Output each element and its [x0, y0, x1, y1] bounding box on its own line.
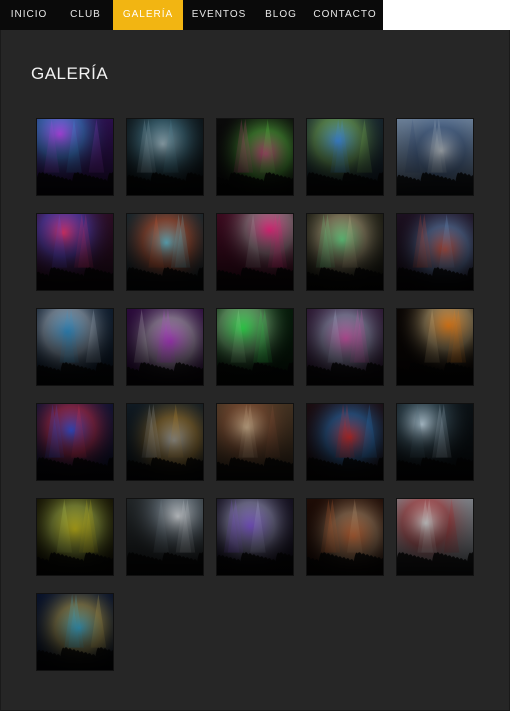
- gallery-photo-red-stage-blue-chevron[interactable]: [306, 403, 384, 481]
- photo-image: [217, 214, 293, 290]
- photo-image: [397, 119, 473, 195]
- photo-image: [307, 404, 383, 480]
- gallery-photo-blue-red-crowd[interactable]: [36, 403, 114, 481]
- gallery-photo-purple-light-beams[interactable]: [126, 308, 204, 386]
- gallery-photo-white-light-bars[interactable]: [396, 403, 474, 481]
- photo-image: [217, 119, 293, 195]
- photo-image: [127, 214, 203, 290]
- gallery-photo-blue-club-booth[interactable]: [36, 308, 114, 386]
- gallery-photo-orange-crowd-dj[interactable]: [306, 498, 384, 576]
- gallery-photo-dj-hands-mixer[interactable]: [216, 213, 294, 291]
- gallery-photo-dj-arms-raised[interactable]: [306, 118, 384, 196]
- photo-image: [217, 404, 293, 480]
- photo-image: [37, 214, 113, 290]
- nav-item-club[interactable]: CLUB: [58, 0, 113, 30]
- nav-item-galeria[interactable]: GALERÍA: [113, 0, 183, 30]
- nav-item-contacto[interactable]: CONTACTO: [307, 0, 383, 30]
- nav-item-inicio[interactable]: INICIO: [0, 0, 58, 30]
- photo-image: [37, 594, 113, 670]
- photo-image: [127, 404, 203, 480]
- gallery-photo-pink-dj-stage[interactable]: [306, 308, 384, 386]
- photo-image: [307, 119, 383, 195]
- photo-image: [127, 309, 203, 385]
- gallery-photo-yellow-beams-crowd[interactable]: [36, 498, 114, 576]
- photo-image: [397, 214, 473, 290]
- main-nav: INICIO CLUB GALERÍA EVENTOS BLOG CONTACTO: [0, 0, 383, 30]
- gallery-photo-purple-arena-crowd[interactable]: [216, 498, 294, 576]
- photo-image: [37, 404, 113, 480]
- gallery-photo-arena-crowd-night[interactable]: [126, 403, 204, 481]
- photo-image: [307, 214, 383, 290]
- gallery-photo-laser-crowd-cyan[interactable]: [126, 213, 204, 291]
- photo-image: [397, 499, 473, 575]
- nav-item-eventos[interactable]: EVENTOS: [183, 0, 255, 30]
- gallery-photo-crowd-closeup[interactable]: [216, 403, 294, 481]
- photo-image: [217, 309, 293, 385]
- gallery-photo-dj-controller[interactable]: [126, 498, 204, 576]
- gallery-photo-dj-tent-crowd[interactable]: [396, 118, 474, 196]
- nav-item-blog[interactable]: BLOG: [255, 0, 307, 30]
- gallery-photo-mouse-head-red[interactable]: [36, 213, 114, 291]
- photo-image: [37, 309, 113, 385]
- gallery-photo-club-bar-interior[interactable]: [306, 213, 384, 291]
- gallery-photo-pyramid-light-stage[interactable]: [126, 118, 204, 196]
- gallery-photo-white-haze-crowd[interactable]: [396, 498, 474, 576]
- photo-image: [307, 499, 383, 575]
- photo-image: [37, 499, 113, 575]
- gallery-photo-neon-triangles-stage[interactable]: [216, 118, 294, 196]
- photo-image: [397, 309, 473, 385]
- gallery-photo-mouse-head-orange[interactable]: [396, 308, 474, 386]
- gallery-photo-city-stage-crowd[interactable]: [36, 593, 114, 671]
- gallery-photo-dj-purple-stage[interactable]: [36, 118, 114, 196]
- photo-image: [127, 499, 203, 575]
- page-title: GALERÍA: [31, 64, 109, 83]
- photo-image: [127, 119, 203, 195]
- gallery-photo-mouse-head-stage[interactable]: [396, 213, 474, 291]
- photo-image: [397, 404, 473, 480]
- photo-image: [307, 309, 383, 385]
- nav-blank-area: [383, 0, 510, 30]
- photo-image: [37, 119, 113, 195]
- photo-image: [217, 499, 293, 575]
- gallery-photo-green-laser-show[interactable]: [216, 308, 294, 386]
